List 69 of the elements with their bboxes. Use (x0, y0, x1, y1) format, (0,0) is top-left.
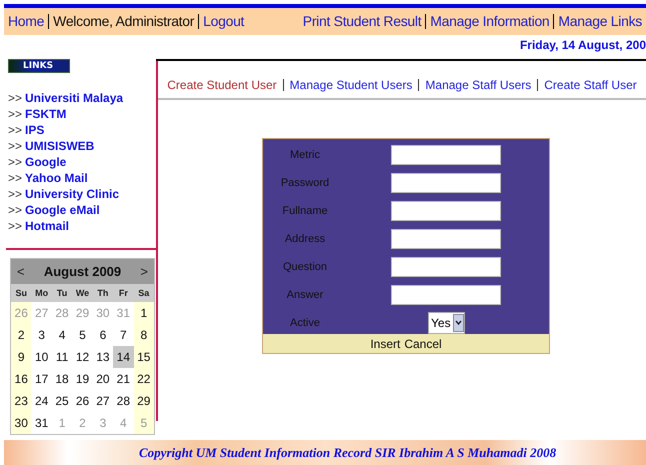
nav-link[interactable]: Print Student Result (298, 14, 426, 29)
sidebar-link[interactable]: UMISISWEB (25, 139, 94, 153)
copyright-text: Copyright UM Student Information Record SIR Ibrahim A S Muhamadi 2008 (139, 444, 556, 460)
calendar-day[interactable]: 22 (134, 368, 154, 390)
nav-link[interactable]: Manage Links (553, 14, 646, 29)
link-prefix: >> (8, 187, 22, 201)
tab[interactable]: Create Staff User (537, 79, 643, 91)
calendar-day[interactable]: 29 (134, 390, 154, 412)
tab[interactable]: Manage Student Users (282, 79, 418, 91)
calendar-day[interactable]: 14 (113, 346, 134, 368)
sidebar-link[interactable]: Yahoo Mail (25, 171, 88, 185)
input-field[interactable] (391, 229, 501, 249)
next-month-button[interactable]: > (140, 264, 148, 279)
calendar-day[interactable]: 8 (134, 324, 154, 346)
calendar-day[interactable]: 16 (11, 368, 32, 390)
sidebar-link[interactable]: Universiti Malaya (25, 91, 124, 105)
weekday-label: We (72, 284, 93, 302)
weekday-label: Su (11, 284, 32, 302)
calendar-day[interactable]: 30 (11, 412, 32, 434)
calendar-day[interactable]: 1 (134, 302, 154, 324)
nav-link[interactable]: Logout (198, 14, 248, 29)
link-prefix: >> (8, 107, 22, 121)
sidebar-link[interactable]: FSKTM (25, 107, 66, 121)
form-action-link[interactable]: Cancel (404, 336, 442, 350)
calendar-day[interactable]: 23 (11, 390, 32, 412)
sidebar-link[interactable]: University Clinic (25, 187, 120, 201)
sidebar-link[interactable]: Google (25, 155, 66, 169)
date-text: Friday, 14 August, 200 (520, 38, 646, 52)
sidebar-link[interactable]: IPS (25, 123, 44, 137)
field-label: Metric (289, 149, 321, 161)
weekday-label: Th (92, 284, 114, 302)
calendar-day[interactable]: 15 (134, 346, 154, 368)
welcome-text: Welcome, Administrator (48, 14, 198, 29)
input-field[interactable] (391, 173, 501, 193)
tab[interactable]: Manage Staff Users (418, 79, 538, 91)
previous-month-button[interactable]: < (17, 264, 25, 279)
link-prefix: >> (8, 139, 22, 153)
link-prefix: >> (8, 123, 22, 137)
link-prefix: >> (8, 91, 22, 105)
weekday-label: Mo (31, 284, 52, 302)
weekday-label: Sa (134, 284, 154, 302)
field-label: Password (280, 177, 330, 189)
calendar-day[interactable]: 9 (11, 346, 32, 368)
nav-link[interactable]: Home (4, 14, 48, 29)
caret-icon (452, 314, 464, 332)
link-prefix: >> (8, 219, 22, 233)
nav-link[interactable]: Manage Information (425, 14, 554, 29)
input-field[interactable] (391, 145, 501, 165)
input-field[interactable] (391, 257, 501, 277)
field-label: Question (282, 261, 328, 273)
form-action-link[interactable]: Insert (370, 336, 400, 350)
field-label: Fullname (281, 205, 329, 217)
link-prefix: >> (8, 171, 22, 185)
field-label: Address (284, 233, 326, 245)
weekday-label: Fr (113, 284, 134, 302)
field-label: Answer (286, 289, 324, 301)
sidebar-link[interactable]: Google eMail (25, 203, 100, 217)
active-select[interactable]: Yes (428, 312, 465, 334)
weekday-label: Tu (52, 284, 72, 302)
tab[interactable]: Create Student User (161, 79, 283, 91)
sidebar-link[interactable]: Hotmail (25, 219, 70, 233)
calendar-day[interactable]: 2 (11, 324, 32, 346)
input-field[interactable] (391, 201, 501, 221)
input-field[interactable] (391, 285, 501, 305)
calendar-title: August 2009 (44, 264, 122, 279)
field-label: Active (289, 317, 321, 329)
link-prefix: >> (8, 155, 22, 169)
link-prefix: >> (8, 203, 22, 217)
links-badge: LINKS (8, 59, 70, 73)
